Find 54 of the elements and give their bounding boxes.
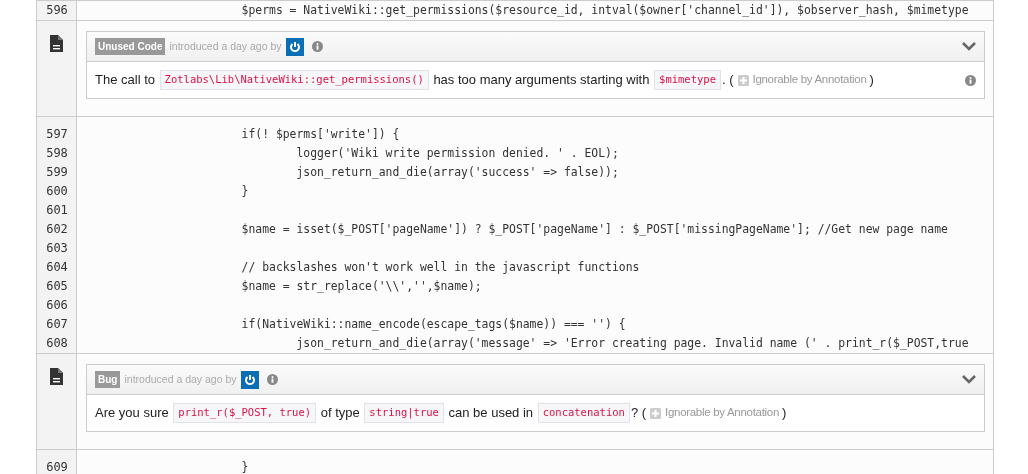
info-icon[interactable] bbox=[965, 74, 976, 86]
code-snippet: concatenation bbox=[537, 403, 630, 423]
message-text: has too many arguments starting with bbox=[432, 71, 651, 90]
line-number: 607 bbox=[45, 316, 69, 333]
message-text: Are you sure bbox=[95, 404, 170, 423]
line-number: 602 bbox=[45, 221, 69, 238]
category-label: Bug bbox=[95, 371, 121, 388]
code-line: } bbox=[240, 459, 250, 474]
message-text: ? ( bbox=[630, 404, 647, 423]
line-number: 597 bbox=[45, 126, 69, 143]
annotation-link[interactable]: Ignorable by Annotation bbox=[665, 404, 779, 422]
info-icon[interactable] bbox=[311, 41, 323, 52]
code-line: if(! $perms['write']) { bbox=[240, 126, 401, 143]
message-text: . ( bbox=[721, 71, 734, 90]
code-line: json_return_and_die(array('success' => false)); bbox=[295, 164, 620, 181]
code-snippet: string|true bbox=[364, 403, 444, 423]
code-snippet: Zotlabs\Lib\NativeWiki::get_permissions() bbox=[159, 70, 429, 90]
line-number: 600 bbox=[45, 183, 69, 200]
code-line: // backslashes won't work well in the javascript functions bbox=[240, 259, 641, 276]
line-number: 609 bbox=[45, 459, 69, 474]
code-line: logger('Wiki write permission denied. ' . EOL); bbox=[295, 145, 620, 162]
avatar-icon[interactable] bbox=[240, 370, 259, 389]
code-snippet: print_r($_POST, true) bbox=[173, 403, 317, 423]
line-number: 606 bbox=[45, 297, 69, 314]
message-text: The call to bbox=[95, 71, 156, 90]
message-text: ) bbox=[869, 71, 874, 90]
code-line: $perms = NativeWiki::get_permissions($resource_id, intval($owner['channel_id']), $observer_hash, $mimetype bbox=[240, 2, 970, 19]
code-line: } bbox=[240, 183, 250, 200]
code-line: json_return_and_die(array('message' => 'Error creating page. Invalid name (' . print_r($_POST,true bbox=[295, 335, 970, 352]
message-text: can be used in bbox=[447, 404, 535, 423]
chevron-icon[interactable] bbox=[962, 42, 976, 51]
code-line: if(NativeWiki::name_encode(escape_tags($name)) === '') { bbox=[240, 316, 627, 333]
issue-meta: introduced a day ago by bbox=[169, 38, 282, 54]
avatar-icon[interactable] bbox=[285, 37, 304, 56]
code-line: $name = str_replace('\\','',$name); bbox=[240, 278, 483, 295]
line-number: 604 bbox=[45, 259, 69, 276]
message-text: of type bbox=[319, 404, 361, 423]
message-text: ) bbox=[782, 404, 787, 423]
line-number: 603 bbox=[45, 240, 69, 257]
issue-meta: introduced a day ago by bbox=[124, 371, 237, 387]
code-snippet: $mimetype bbox=[654, 70, 721, 90]
document-icon bbox=[50, 368, 63, 385]
code-line: $name = isset($_POST['pageName']) ? $_POST['pageName'] : $_POST['missingPageName']; //Get new page name bbox=[240, 221, 949, 238]
info-icon[interactable] bbox=[266, 374, 278, 385]
chevron-icon[interactable] bbox=[962, 375, 976, 384]
line-number: 596 bbox=[45, 2, 69, 19]
category-label: Unused Code bbox=[95, 38, 166, 55]
line-number: 601 bbox=[45, 202, 69, 219]
line-number: 608 bbox=[45, 335, 69, 352]
line-number: 605 bbox=[45, 278, 69, 295]
document-icon bbox=[50, 35, 63, 52]
line-number: 598 bbox=[45, 145, 69, 162]
annotation-link[interactable]: Ignorable by Annotation bbox=[752, 71, 867, 89]
line-number: 599 bbox=[45, 164, 69, 181]
